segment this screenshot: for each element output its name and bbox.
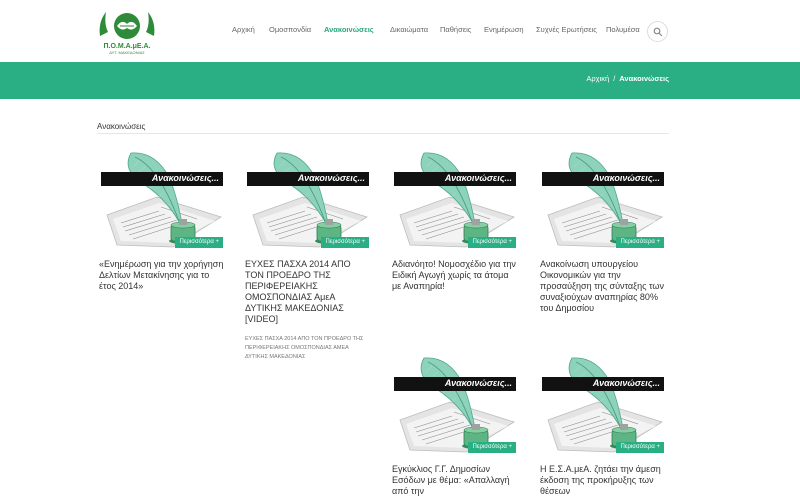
quill-thumbnail-icon <box>399 357 515 453</box>
card-thumbnail[interactable]: Ανακοινώσεις... Περισσότερα + <box>392 149 518 249</box>
category-banner: Ανακοινώσεις... <box>247 172 369 186</box>
section-divider <box>97 133 669 134</box>
site-header: Π.Ο.Μ.Α.μΕ.Α. ΔΥΤ. ΜΑΚΕΔΟΝΙΑΣ Αρχική Ομο… <box>0 0 800 62</box>
breadcrumb-current: Ανακοινώσεις <box>619 74 669 83</box>
category-banner: Ανακοινώσεις... <box>542 377 664 391</box>
read-more-button[interactable]: Περισσότερα + <box>468 442 516 453</box>
page-title-band: Αρχική / Ανακοινώσεις <box>0 62 800 99</box>
nav-item-faq[interactable]: Συχνές Ερωτήσεις <box>536 25 597 34</box>
card-thumbnail[interactable]: Ανακοινώσεις... Περισσότερα + <box>392 354 518 454</box>
card-title-link[interactable]: «Ενημέρωση για την χορήγηση Δελτίων Μετα… <box>99 259 225 292</box>
nav-item-conditions[interactable]: Παθήσεις <box>440 25 471 34</box>
search-button[interactable] <box>647 21 668 42</box>
card-title-link[interactable]: ΕΥΧΕΣ ΠΑΣΧΑ 2014 ΑΠΟ ΤΟΝ ΠΡΟΕΔΡΟ ΤΗΣ ΠΕΡ… <box>245 259 371 325</box>
category-banner: Ανακοινώσεις... <box>542 172 664 186</box>
read-more-button[interactable]: Περισσότερα + <box>468 237 516 248</box>
category-label: Ανακοινώσεις... <box>444 173 512 183</box>
card-title-link[interactable]: Η Ε.Σ.Α.μεΑ. ζητάει την άμεση έκδοση της… <box>540 464 666 497</box>
search-icon <box>653 27 663 37</box>
nav-item-news[interactable]: Ενημέρωση <box>484 25 524 34</box>
card-title-link[interactable]: Αδιανόητο! Νομοσχέδιο για την Ειδική Αγω… <box>392 259 518 292</box>
category-banner: Ανακοινώσεις... <box>101 172 223 186</box>
card-thumbnail[interactable]: Ανακοινώσεις... Περισσότερα + <box>540 354 666 454</box>
quill-thumbnail-icon <box>399 152 515 248</box>
read-more-button[interactable]: Περισσότερα + <box>321 237 369 248</box>
nav-item-multimedia[interactable]: Πολυμέσα <box>606 25 640 34</box>
site-logo[interactable]: Π.Ο.Μ.Α.μΕ.Α. ΔΥΤ. ΜΑΚΕΔΟΝΙΑΣ <box>96 6 158 60</box>
nav-item-federation[interactable]: Ομοσπονδία <box>269 25 311 34</box>
card-thumbnail[interactable]: Ανακοινώσεις... Περισσότερα + <box>540 149 666 249</box>
breadcrumb: Αρχική / Ανακοινώσεις <box>586 74 669 83</box>
card-thumbnail[interactable]: Ανακοινώσεις... Περισσότερα + <box>245 149 371 249</box>
category-label: Ανακοινώσεις... <box>592 173 660 183</box>
svg-text:Π.Ο.Μ.Α.μΕ.Α.: Π.Ο.Μ.Α.μΕ.Α. <box>103 43 150 50</box>
nav-item-announcements[interactable]: Ανακοινώσεις <box>324 25 374 34</box>
card-excerpt: ΕΥΧΕΣ ΠΑΣΧΑ 2014 ΑΠΟ ΤΟΝ ΠΡΟΕΔΡΟ ΤΗΣ ΠΕΡ… <box>245 336 364 360</box>
breadcrumb-home[interactable]: Αρχική <box>586 74 609 83</box>
category-label: Ανακοινώσεις... <box>592 378 660 388</box>
nav-item-home[interactable]: Αρχική <box>232 25 255 34</box>
nav-item-rights[interactable]: Δικαιώματα <box>390 25 428 34</box>
category-label: Ανακοινώσεις... <box>297 173 365 183</box>
quill-thumbnail-icon <box>106 152 222 248</box>
read-more-button[interactable]: Περισσότερα + <box>175 237 223 248</box>
quill-thumbnail-icon <box>547 152 663 248</box>
read-more-button[interactable]: Περισσότερα + <box>616 237 664 248</box>
category-banner: Ανακοινώσεις... <box>394 377 516 391</box>
card-title-link[interactable]: Εγκύκλιος Γ.Γ. Δημοσίων Εσόδων με θέμα: … <box>392 464 518 497</box>
read-more-button[interactable]: Περισσότερα + <box>616 442 664 453</box>
logo-subtitle: ΔΥΤ. ΜΑΚΕΔΟΝΙΑΣ <box>109 50 145 55</box>
quill-thumbnail-icon <box>547 357 663 453</box>
category-banner: Ανακοινώσεις... <box>394 172 516 186</box>
card-thumbnail[interactable]: Ανακοινώσεις... Περισσότερα + <box>99 149 225 249</box>
category-label: Ανακοινώσεις... <box>444 378 512 388</box>
logo-emblem-icon: Π.Ο.Μ.Α.μΕ.Α. <box>99 12 155 50</box>
section-heading: Ανακοινώσεις <box>97 122 146 131</box>
category-label: Ανακοινώσεις... <box>151 173 219 183</box>
breadcrumb-separator: / <box>613 74 616 83</box>
quill-thumbnail-icon <box>252 152 368 248</box>
card-title-link[interactable]: Ανακοίνωση υπουργείου Οικονομικών για τη… <box>540 259 666 314</box>
